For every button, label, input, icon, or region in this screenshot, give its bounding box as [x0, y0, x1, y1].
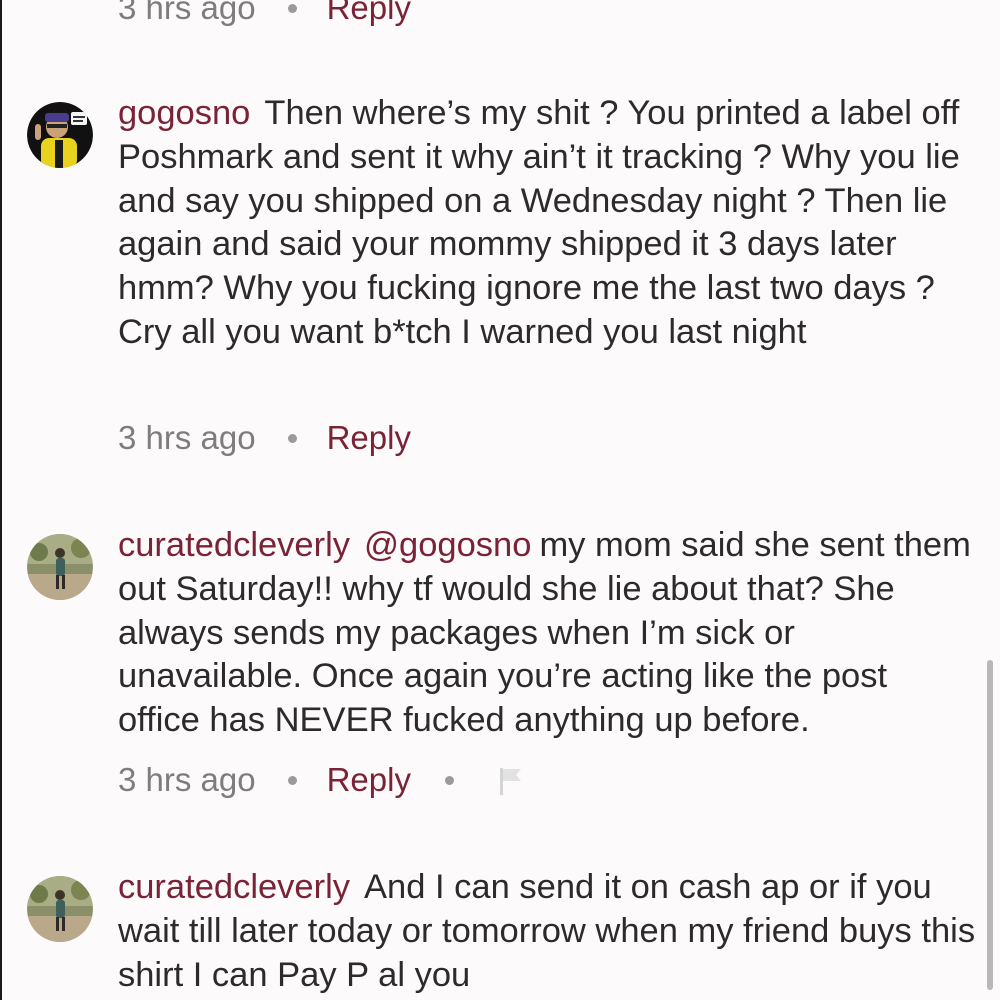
separator-dot	[444, 775, 454, 785]
comment-username[interactable]: gogosno	[118, 94, 250, 132]
comment-username[interactable]: curatedcleverly	[118, 868, 350, 906]
scrollbar[interactable]	[987, 660, 993, 990]
comment-time: 3 hrs ago	[118, 761, 256, 798]
cartoon-avatar-icon[interactable]	[27, 102, 93, 168]
photo-avatar-icon[interactable]	[27, 534, 93, 600]
separator-dot	[287, 775, 297, 785]
comment-time: 3 hrs ago	[118, 0, 256, 26]
previous-comment-meta: 3 hrs ago Reply	[118, 0, 411, 28]
separator-dot	[287, 433, 297, 443]
comment-meta: 3 hrs ago Reply	[118, 760, 524, 800]
comment-text: Then where’s my shit ? You printed a lab…	[118, 94, 960, 351]
comment-body: curatedcleverly @gogosno my mom said she s…	[118, 524, 978, 743]
comments-page: 3 hrs ago Reply gogosno Then where’s my s…	[0, 0, 1000, 1000]
comment-mention[interactable]: @gogosno	[364, 526, 531, 564]
separator-dot	[287, 3, 297, 13]
comment-username[interactable]: curatedcleverly	[118, 526, 350, 564]
comment-meta: 3 hrs ago Reply	[118, 418, 411, 458]
photo-avatar-icon[interactable]	[27, 876, 93, 942]
comment-body: curatedcleverly And I can send it on cash…	[118, 866, 978, 997]
reply-button[interactable]: Reply	[327, 0, 411, 28]
flag-icon[interactable]	[498, 765, 524, 795]
comment-body: gogosno Then where’s my shit ? You printe…	[118, 92, 978, 355]
reply-button[interactable]: Reply	[327, 760, 411, 800]
comment-time: 3 hrs ago	[118, 419, 256, 456]
reply-button[interactable]: Reply	[327, 418, 411, 458]
